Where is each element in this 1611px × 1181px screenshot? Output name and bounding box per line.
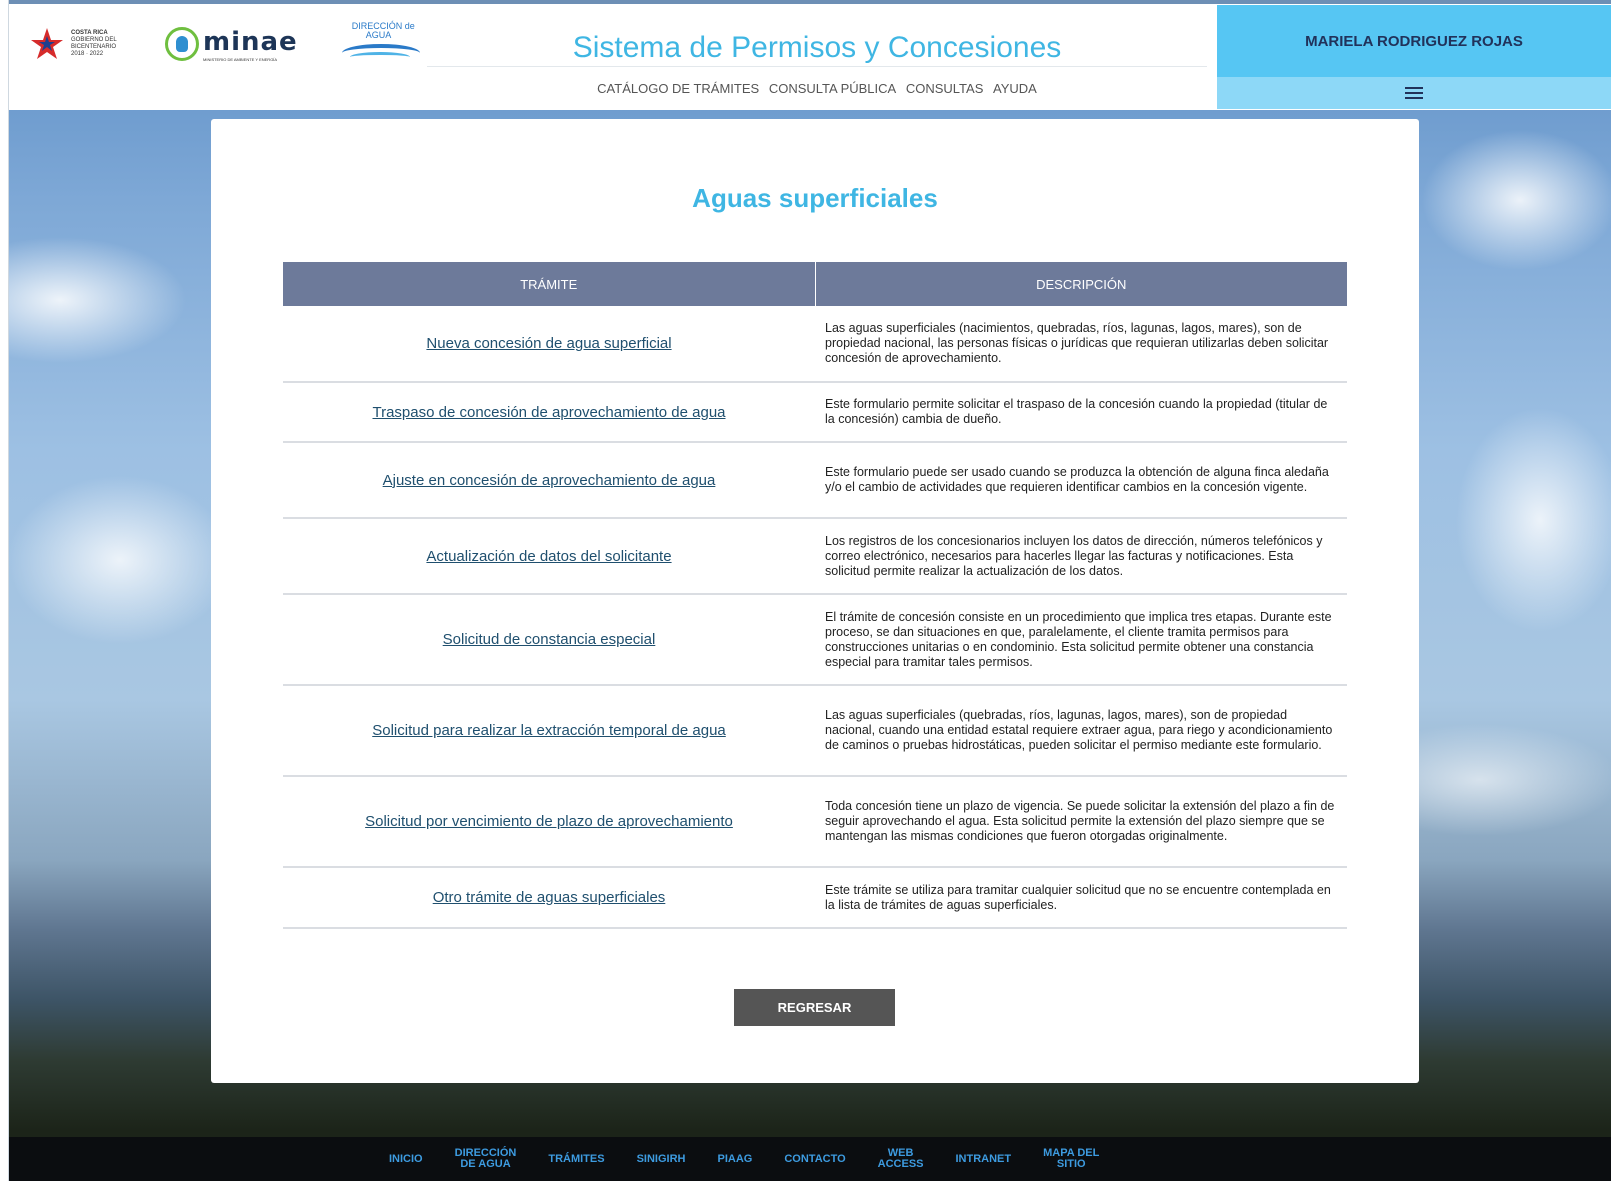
window-frame bbox=[0, 0, 9, 1181]
top-nav: CATÁLOGO DE TRÁMITES CONSULTA PÚBLICA CO… bbox=[427, 81, 1207, 96]
nav-consulta-publica[interactable]: CONSULTA PÚBLICA bbox=[769, 81, 896, 96]
logos: COSTA RICA GOBIERNO DEL BICENTENARIO 201… bbox=[29, 22, 420, 66]
page-title: Aguas superficiales bbox=[692, 183, 938, 213]
tramite-link[interactable]: Solicitud para realizar la extracción te… bbox=[372, 722, 726, 739]
hamburger-menu-icon[interactable] bbox=[1405, 87, 1423, 99]
footer-link-web-access[interactable]: WEB ACCESS bbox=[878, 1148, 924, 1170]
user-name[interactable]: MARIELA RODRIGUEZ ROJAS bbox=[1217, 5, 1611, 77]
footer-link-piaag[interactable]: PIAAG bbox=[718, 1153, 753, 1165]
tramite-link[interactable]: Ajuste en concesión de aprovechamiento d… bbox=[383, 472, 716, 489]
footer-link-inicio[interactable]: INICIO bbox=[389, 1153, 423, 1165]
tramite-description: El trámite de concesión consiste en un p… bbox=[815, 594, 1347, 686]
nav-consultas[interactable]: CONSULTAS bbox=[906, 81, 984, 96]
tramites-table: TRÁMITE DESCRIPCIÓN Nueva concesión de a… bbox=[283, 262, 1347, 929]
column-header-descripcion: DESCRIPCIÓN bbox=[815, 262, 1347, 306]
tramite-description: Las aguas superficiales (nacimientos, qu… bbox=[815, 306, 1347, 383]
regresar-button[interactable]: REGRESAR bbox=[734, 989, 895, 1026]
footer-link-mapa-sitio[interactable]: MAPA DEL SITIO bbox=[1043, 1148, 1099, 1170]
footer-link-contacto[interactable]: CONTACTO bbox=[784, 1153, 845, 1165]
nav-catalogo-tramites[interactable]: CATÁLOGO DE TRÁMITES bbox=[597, 81, 759, 96]
table-row: Nueva concesión de agua superficial Las … bbox=[283, 306, 1347, 383]
footer-link-tramites[interactable]: TRÁMITES bbox=[548, 1153, 604, 1165]
table-row: Traspaso de concesión de aprovechamiento… bbox=[283, 382, 1347, 443]
tramite-link[interactable]: Otro trámite de aguas superficiales bbox=[433, 889, 666, 906]
tramite-link[interactable]: Traspaso de concesión de aprovechamiento… bbox=[372, 404, 725, 421]
minae-hand-icon bbox=[165, 27, 199, 61]
divider bbox=[427, 66, 1207, 67]
table-row: Ajuste en concesión de aprovechamiento d… bbox=[283, 442, 1347, 519]
costa-rica-logo[interactable]: COSTA RICA GOBIERNO DEL BICENTENARIO 201… bbox=[29, 26, 151, 62]
table-row: Otro trámite de aguas superficiales Este… bbox=[283, 867, 1347, 929]
tramite-link[interactable]: Solicitud por vencimiento de plazo de ap… bbox=[365, 813, 733, 830]
table-row: Actualización de datos del solicitante L… bbox=[283, 518, 1347, 595]
table-row: Solicitud para realizar la extracción te… bbox=[283, 685, 1347, 777]
direccion-agua-logo[interactable]: DIRECCIÓN de AGUA bbox=[341, 22, 420, 66]
tramite-description: Las aguas superficiales (quebradas, ríos… bbox=[815, 685, 1347, 777]
costa-rica-star-icon bbox=[31, 28, 63, 59]
costa-rica-text: COSTA RICA GOBIERNO DEL BICENTENARIO 201… bbox=[71, 30, 117, 57]
tramite-link[interactable]: Solicitud de constancia especial bbox=[443, 631, 656, 648]
table-row: Solicitud de constancia especial El trám… bbox=[283, 594, 1347, 686]
footer-link-direccion-agua[interactable]: DIRECCIÓN DE AGUA bbox=[455, 1148, 517, 1170]
tramite-description: Los registros de los concesionarios incl… bbox=[815, 518, 1347, 595]
footer-link-sinigirh[interactable]: SINIGIRH bbox=[637, 1153, 686, 1165]
site-title: Sistema de Permisos y Concesiones bbox=[572, 31, 1062, 64]
site-footer: INICIO DIRECCIÓN DE AGUA TRÁMITES SINIGIR… bbox=[9, 1137, 1611, 1181]
footer-link-intranet[interactable]: INTRANET bbox=[956, 1153, 1012, 1165]
tramite-link[interactable]: Actualización de datos del solicitante bbox=[426, 548, 671, 565]
column-header-tramite: TRÁMITE bbox=[283, 262, 816, 306]
main-card: Aguas superficiales TRÁMITE DESCRIPCIÓN … bbox=[211, 119, 1419, 1083]
table-row: Solicitud por vencimiento de plazo de ap… bbox=[283, 776, 1347, 868]
tramite-description: Este formulario puede ser usado cuando s… bbox=[815, 442, 1347, 519]
menu-bar bbox=[1217, 77, 1611, 109]
nav-ayuda[interactable]: AYUDA bbox=[993, 81, 1037, 96]
tramite-description: Este formulario permite solicitar el tra… bbox=[815, 382, 1347, 443]
footer-links: INICIO DIRECCIÓN DE AGUA TRÁMITES SINIGIR… bbox=[389, 1137, 1131, 1181]
minae-logo[interactable]: minae MINISTERIO DE AMBIENTE Y ENERGÍA bbox=[165, 27, 298, 62]
tramite-description: Toda concesión tiene un plazo de vigenci… bbox=[815, 776, 1347, 868]
tramite-description: Este trámite se utiliza para tramitar cu… bbox=[815, 867, 1347, 929]
tramite-link[interactable]: Nueva concesión de agua superficial bbox=[426, 335, 671, 352]
table-header-row: TRÁMITE DESCRIPCIÓN bbox=[283, 262, 1347, 306]
